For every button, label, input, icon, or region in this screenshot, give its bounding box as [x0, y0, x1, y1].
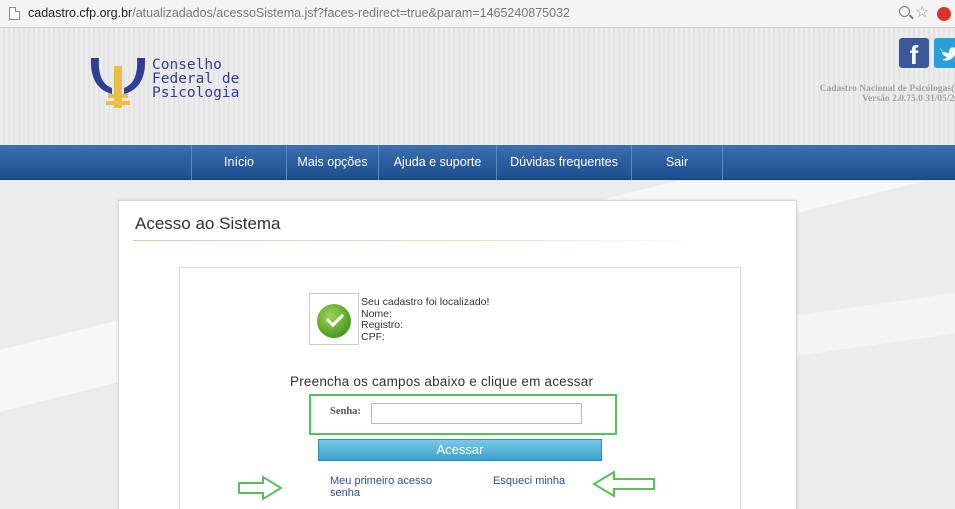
arrow-right-icon [238, 475, 283, 501]
nav-item-ajuda-suporte[interactable]: Ajuda e suporte [378, 145, 496, 180]
url-host: cadastro.cfp.org.br [28, 6, 133, 20]
arrow-left-icon [592, 470, 655, 498]
status-found-text: Seu cadastro foi localizado! [361, 296, 490, 308]
twitter-icon[interactable] [934, 38, 955, 68]
senha-label: Senha: [330, 406, 361, 417]
status-message: Seu cadastro foi localizado! Nome: Regis… [361, 296, 490, 343]
login-form-box: Seu cadastro foi localizado! Nome: Regis… [179, 267, 741, 509]
logo-text: Conselho Federal de Psicologia [152, 57, 240, 101]
url-text[interactable]: cadastro.cfp.org.br/atualizadados/acesso… [28, 6, 570, 20]
instruction-text: Preencha os campos abaixo e clique em ac… [290, 374, 594, 389]
login-panel: Acesso ao Sistema Seu cadastro foi local… [118, 200, 797, 509]
acessar-button[interactable]: Acessar [318, 439, 602, 461]
facebook-icon[interactable]: f [899, 38, 929, 70]
url-path: /atualizadados/acessoSistema.jsf?faces-r… [132, 6, 570, 20]
site-info: Cadastro Nacional de Psicólogas(o Versão… [820, 84, 955, 104]
status-icon-frame [309, 293, 359, 345]
logo-line: Conselho [152, 57, 222, 73]
first-access-link[interactable]: Meu primeiro acesso senha [330, 475, 442, 499]
cfp-logo-icon[interactable] [88, 52, 148, 110]
title-divider [133, 240, 703, 241]
page-icon [9, 7, 20, 20]
star-icon[interactable]: ☆ [915, 2, 929, 22]
senha-input[interactable] [371, 403, 582, 424]
nav-divider [722, 145, 723, 180]
registro-label: Registro: [361, 319, 404, 331]
site-name: Cadastro Nacional de Psicólogas(o [819, 84, 955, 94]
logo-line: Federal de [152, 71, 240, 87]
forgot-password-link[interactable]: Esqueci minha [493, 475, 565, 487]
browser-address-bar[interactable]: cadastro.cfp.org.br/atualizadados/acesso… [0, 0, 955, 28]
browser-toolbar-icons: ☆ [893, 2, 955, 23]
nav-item-inicio[interactable]: Início [191, 145, 286, 180]
zoom-icon[interactable] [899, 6, 910, 17]
checkmark-icon [317, 304, 351, 338]
nav-item-mais-opcoes[interactable]: Mais opções [286, 145, 378, 180]
nav-item-duvidas-frequentes[interactable]: Dúvidas frequentes [496, 145, 631, 180]
extension-icon[interactable] [937, 7, 951, 21]
nav-item-sair[interactable]: Sair [631, 145, 722, 180]
logo-line: Psicologia [152, 85, 240, 101]
cpf-label: CPF: [361, 330, 385, 343]
site-version: Versão 2.0.75.0 31/05/20 [861, 94, 955, 104]
page-title: Acesso ao Sistema [135, 214, 281, 233]
site-header: Conselho Federal de Psicologia f Cadastr… [0, 28, 955, 145]
main-nav: Início Mais opções Ajuda e suporte Dúvid… [0, 145, 955, 180]
